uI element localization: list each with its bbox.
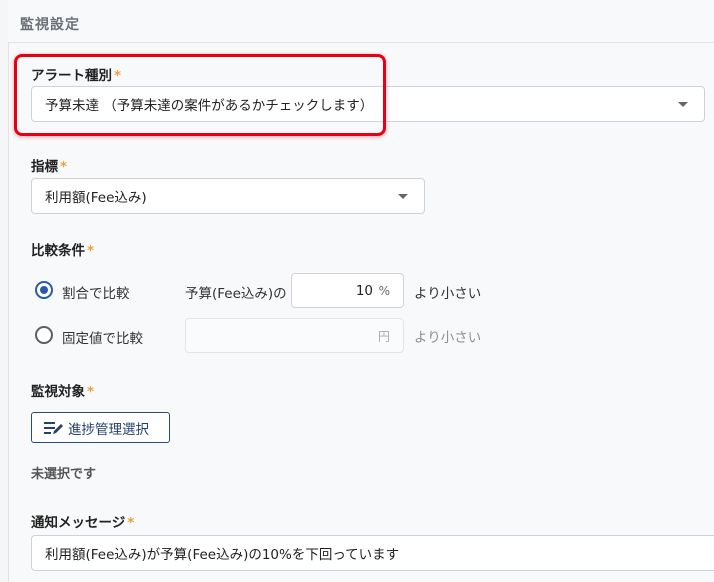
message-input[interactable]: 利用額(Fee込み)が予算(Fee込み)の10%を下回っています <box>31 535 714 571</box>
radio-ratio-label: 割合で比較 <box>62 286 130 302</box>
chevron-down-icon <box>398 194 408 199</box>
ratio-suffix-text: より小さい <box>414 286 482 302</box>
radio-fixed-label: 固定値で比較 <box>62 331 143 347</box>
required-mark: * <box>87 384 95 400</box>
target-status-text: 未選択です <box>31 467 97 482</box>
fixed-value-input[interactable]: 円 <box>185 318 404 353</box>
radio-fixed[interactable] <box>35 326 53 344</box>
metric-value: 利用額(Fee込み) <box>45 190 147 206</box>
panel-title: 監視設定 <box>20 17 80 33</box>
select-progress-button[interactable]: 進捗管理選択 <box>31 412 170 443</box>
message-label: 通知メッセージ * <box>31 515 135 531</box>
fixed-suffix-text: より小さい <box>414 330 482 346</box>
required-mark: * <box>87 243 95 259</box>
metric-label: 指標 * <box>31 159 68 175</box>
radio-ratio[interactable] <box>35 281 53 299</box>
highlight-box <box>14 54 386 136</box>
metric-select[interactable]: 利用額(Fee込み) <box>31 178 425 214</box>
required-mark: * <box>127 515 135 531</box>
ratio-input[interactable]: 10 % <box>291 273 404 308</box>
select-progress-button-label: 進捗管理選択 <box>68 421 149 438</box>
required-mark: * <box>60 159 68 175</box>
edit-list-icon <box>44 422 63 434</box>
panel-header: 監視設定 <box>8 0 714 43</box>
chevron-down-icon <box>678 102 688 107</box>
message-value: 利用額(Fee込み)が予算(Fee込み)の10%を下回っています <box>45 547 400 563</box>
percent-unit: % <box>378 283 390 298</box>
ratio-prefix-text: 予算(Fee込み)の <box>185 286 287 302</box>
ratio-value: 10 <box>355 282 373 299</box>
comparison-label: 比較条件 * <box>31 243 95 259</box>
yen-unit: 円 <box>377 329 390 343</box>
target-label: 監視対象 * <box>31 384 95 400</box>
